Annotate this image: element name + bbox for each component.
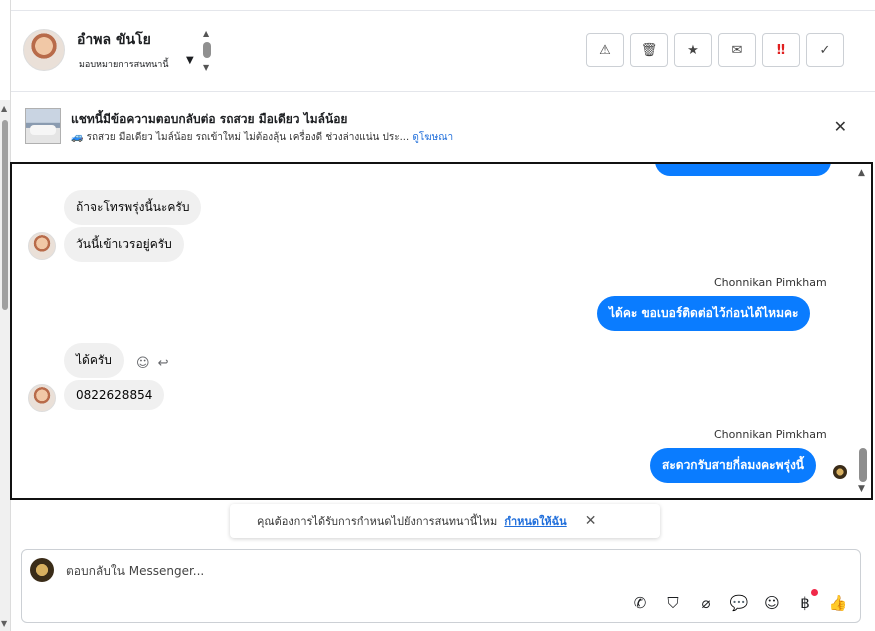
message-bubble-incoming[interactable]: ได้ครับ [64,343,124,378]
like-icon[interactable]: 👍 [828,594,848,612]
ad-banner-title: แชทนี้มีข้อความตอบกลับต่อ รถสวย มือเดียว… [71,112,348,126]
close-icon[interactable]: ✕ [585,513,597,529]
reply-icon[interactable]: ↩ [158,356,169,371]
scroll-up-arrow-icon[interactable]: ▲ [858,168,865,178]
saved-replies-icon[interactable]: 💬 [729,594,749,612]
scroll-up-arrow-icon[interactable]: ▲ [1,104,7,113]
page-scroll-thumb[interactable] [2,120,8,310]
page-avatar [30,558,54,582]
mark-done-button[interactable]: ✓ [806,33,844,67]
page-scrollbar[interactable]: ▲ [0,100,10,631]
message-composer: ✆ ⛉ ⌀ 💬 ☺ ฿ 👍 [21,549,861,623]
contact-name[interactable]: อำพล ขันโย [77,29,151,51]
assign-conversation-label[interactable]: มอบหมายการสนทนานี้ [79,57,169,71]
header-mini-scrollbar[interactable]: ▲ ▼ [201,29,213,75]
message-hover-actions: ☺ ↩ [136,356,168,371]
assign-to-me-link[interactable]: กำหนดให้ฉัน [504,512,566,530]
reply-input[interactable] [66,564,566,578]
react-emoji-icon[interactable]: ☺ [136,356,150,371]
star-button[interactable]: ★ [674,33,712,67]
notification-dot [811,589,818,596]
caret-down-icon[interactable]: ▼ [186,55,194,66]
scroll-down-arrow-icon[interactable]: ▼ [858,484,865,494]
shopping-bag-icon[interactable]: ⛉ [663,594,683,612]
chevron-down-icon[interactable]: ▼ [203,63,209,72]
ad-reply-banner: แชทนี้มีข้อความตอบกลับต่อ รถสวย มือเดียว… [11,92,875,162]
scroll-down-arrow-icon[interactable]: ▼ [1,619,7,628]
sender-name: Chonnikan Pimkham [714,276,827,289]
header-scroll-thumb[interactable] [203,42,211,58]
message-bubble-outgoing-clipped[interactable] [655,164,831,176]
delete-button[interactable]: 🗑 [630,33,668,67]
baht-icon: ฿ [800,594,810,612]
warning-icon: ⚠ [599,42,611,58]
thread-scrollbar[interactable]: ▲ ▼ [857,166,869,496]
message-bubble-incoming[interactable]: 0822628854 [64,380,165,410]
attachment-icon[interactable]: ⌀ [696,594,716,612]
view-ad-link[interactable]: ดูโฆษณา [412,132,453,143]
contact-avatar-small[interactable] [28,232,56,260]
composer-tools: ✆ ⛉ ⌀ 💬 ☺ ฿ 👍 [630,589,848,612]
envelope-icon: ✉ [731,42,743,58]
contact-avatar[interactable] [23,29,65,71]
checkmark-icon: ✓ [819,42,831,58]
message-bubble-outgoing[interactable]: สะดวกรับสายกี่ลมงคะพรุ่งนี้ [650,448,817,483]
important-button[interactable]: ‼ [762,33,800,67]
sender-name: Chonnikan Pimkham [714,428,827,441]
message-bubble-incoming[interactable]: ถ้าจะโทรพรุ่งนี้นะครับ [64,190,202,225]
call-icon[interactable]: ✆ [630,594,650,612]
read-receipt-avatar [833,465,847,479]
chevron-up-icon[interactable]: ▲ [203,29,209,38]
contact-avatar-small[interactable] [28,384,56,412]
messenger-inbox-view: ▲ ▼ อำพล ขันโย มอบหมายการสนทนานี้ ▼ ▲ ▼ … [0,0,875,631]
assign-reminder-toast: คุณต้องการได้รับการกำหนดไปยังการสนทนานี้… [230,504,660,538]
close-icon[interactable]: ✕ [834,117,847,136]
emoji-icon[interactable]: ☺ [762,594,782,612]
ad-banner-subtitle: 🚙 รถสวย มือเดียว ไมล์น้อย รถเข้าใหม่ ไม่… [71,130,453,145]
spam-button[interactable]: ⚠ [586,33,624,67]
message-bubble-incoming[interactable]: วันนี้เข้าเวรอยู่ครับ [64,227,184,262]
header-actions: ⚠ 🗑 ★ ✉ ‼ ✓ [586,33,844,67]
double-exclamation-icon: ‼ [776,42,786,58]
trash-icon: 🗑 [640,42,658,58]
assign-reminder-text: คุณต้องการได้รับการกำหนดไปยังการสนทนานี้… [257,515,498,528]
message-thread[interactable]: ถ้าจะโทรพรุ่งนี้นะครับ วันนี้เข้าเวรอยู่… [10,162,873,500]
star-icon: ★ [687,42,699,58]
ad-description: 🚙 รถสวย มือเดียว ไมล์น้อย รถเข้าใหม่ ไม่… [71,132,410,143]
mark-unread-button[interactable]: ✉ [718,33,756,67]
conversation-header: อำพล ขันโย มอบหมายการสนทนานี้ ▼ ▲ ▼ ⚠ 🗑 … [11,10,875,92]
message-bubble-outgoing[interactable]: ได้คะ ขอเบอร์ติดต่อไว้ก่อนได้ไหมคะ [597,296,811,331]
payment-icon[interactable]: ฿ [795,589,818,612]
ad-thumbnail-image[interactable] [25,108,61,144]
thread-scroll-thumb[interactable] [859,448,867,482]
